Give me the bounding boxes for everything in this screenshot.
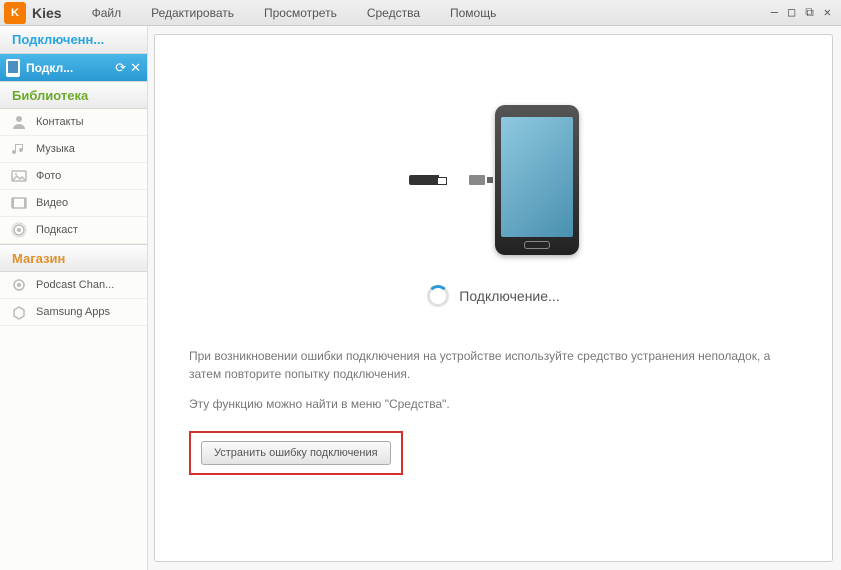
help-text-1: При возникновении ошибки подключения на … [189,347,798,383]
sidebar-item-podcast[interactable]: Подкаст [0,217,147,244]
connection-illustration [409,105,579,255]
sidebar-active-device[interactable]: Подкл... ⟳ ✕ [0,54,147,81]
usb-cable-icon [409,173,469,187]
sidebar-library-header: Библиотека [0,81,147,109]
sidebar-item-video[interactable]: Видео [0,190,147,217]
usb-plug-icon [469,175,485,185]
podcast-icon [10,221,28,239]
help-text-2: Эту функцию можно найти в меню "Средства… [189,397,798,411]
disconnect-icon[interactable]: ✕ [130,60,141,76]
sidebar-item-label: Музыка [36,143,75,155]
restore-icon[interactable]: ⧉ [805,5,814,20]
main-area: Подключение... При возникновении ошибки … [148,26,841,570]
app-logo-icon: K [4,2,26,24]
sidebar-item-label: Podcast Chan... [36,279,114,291]
menu-tools[interactable]: Средства [367,6,420,20]
music-icon [10,140,28,158]
menu-file[interactable]: Файл [92,6,122,20]
sidebar-store-header: Магазин [0,244,147,272]
app-name: Kies [32,5,62,21]
sidebar-item-label: Подкаст [36,224,78,236]
samsung-apps-icon [10,303,28,321]
phone-icon [6,59,20,77]
minimize-icon[interactable]: — [771,5,778,20]
spinner-icon [427,285,449,307]
photo-icon [10,167,28,185]
sidebar-item-samsung-apps[interactable]: Samsung Apps [0,299,147,326]
help-block: При возникновении ошибки подключения на … [155,307,832,475]
sidebar-active-device-label: Подкл... [26,61,109,75]
main-menu: Файл Редактировать Просмотреть Средства … [92,6,771,20]
content-panel: Подключение... При возникновении ошибки … [154,34,833,562]
sidebar-item-contacts[interactable]: Контакты [0,109,147,136]
phone-device-icon [495,105,579,255]
sidebar-item-label: Samsung Apps [36,306,110,318]
sidebar-item-label: Контакты [36,116,84,128]
sidebar-item-label: Видео [36,197,68,209]
window-controls: — □ ⧉ ✕ [771,5,831,20]
button-highlight-box: Устранить ошибку подключения [189,431,403,475]
contacts-icon [10,113,28,131]
menu-edit[interactable]: Редактировать [151,6,234,20]
sidebar-item-label: Фото [36,170,61,182]
video-icon [10,194,28,212]
refresh-icon[interactable]: ⟳ [115,60,126,76]
menu-help[interactable]: Помощь [450,6,496,20]
sidebar-item-podcast-channels[interactable]: Podcast Chan... [0,272,147,299]
podcast-channels-icon [10,276,28,294]
sidebar-item-photo[interactable]: Фото [0,163,147,190]
sidebar: Подключенн... Подкл... ⟳ ✕ Библиотека Ко… [0,26,148,570]
sidebar-connected-header: Подключенн... [0,26,147,54]
sidebar-item-music[interactable]: Музыка [0,136,147,163]
maximize-icon[interactable]: □ [788,5,795,20]
status-text: Подключение... [459,288,559,304]
status-row: Подключение... [427,285,559,307]
menu-view[interactable]: Просмотреть [264,6,337,20]
fix-connection-button[interactable]: Устранить ошибку подключения [201,441,391,465]
close-icon[interactable]: ✕ [824,5,831,20]
titlebar: K Kies Файл Редактировать Просмотреть Ср… [0,0,841,26]
